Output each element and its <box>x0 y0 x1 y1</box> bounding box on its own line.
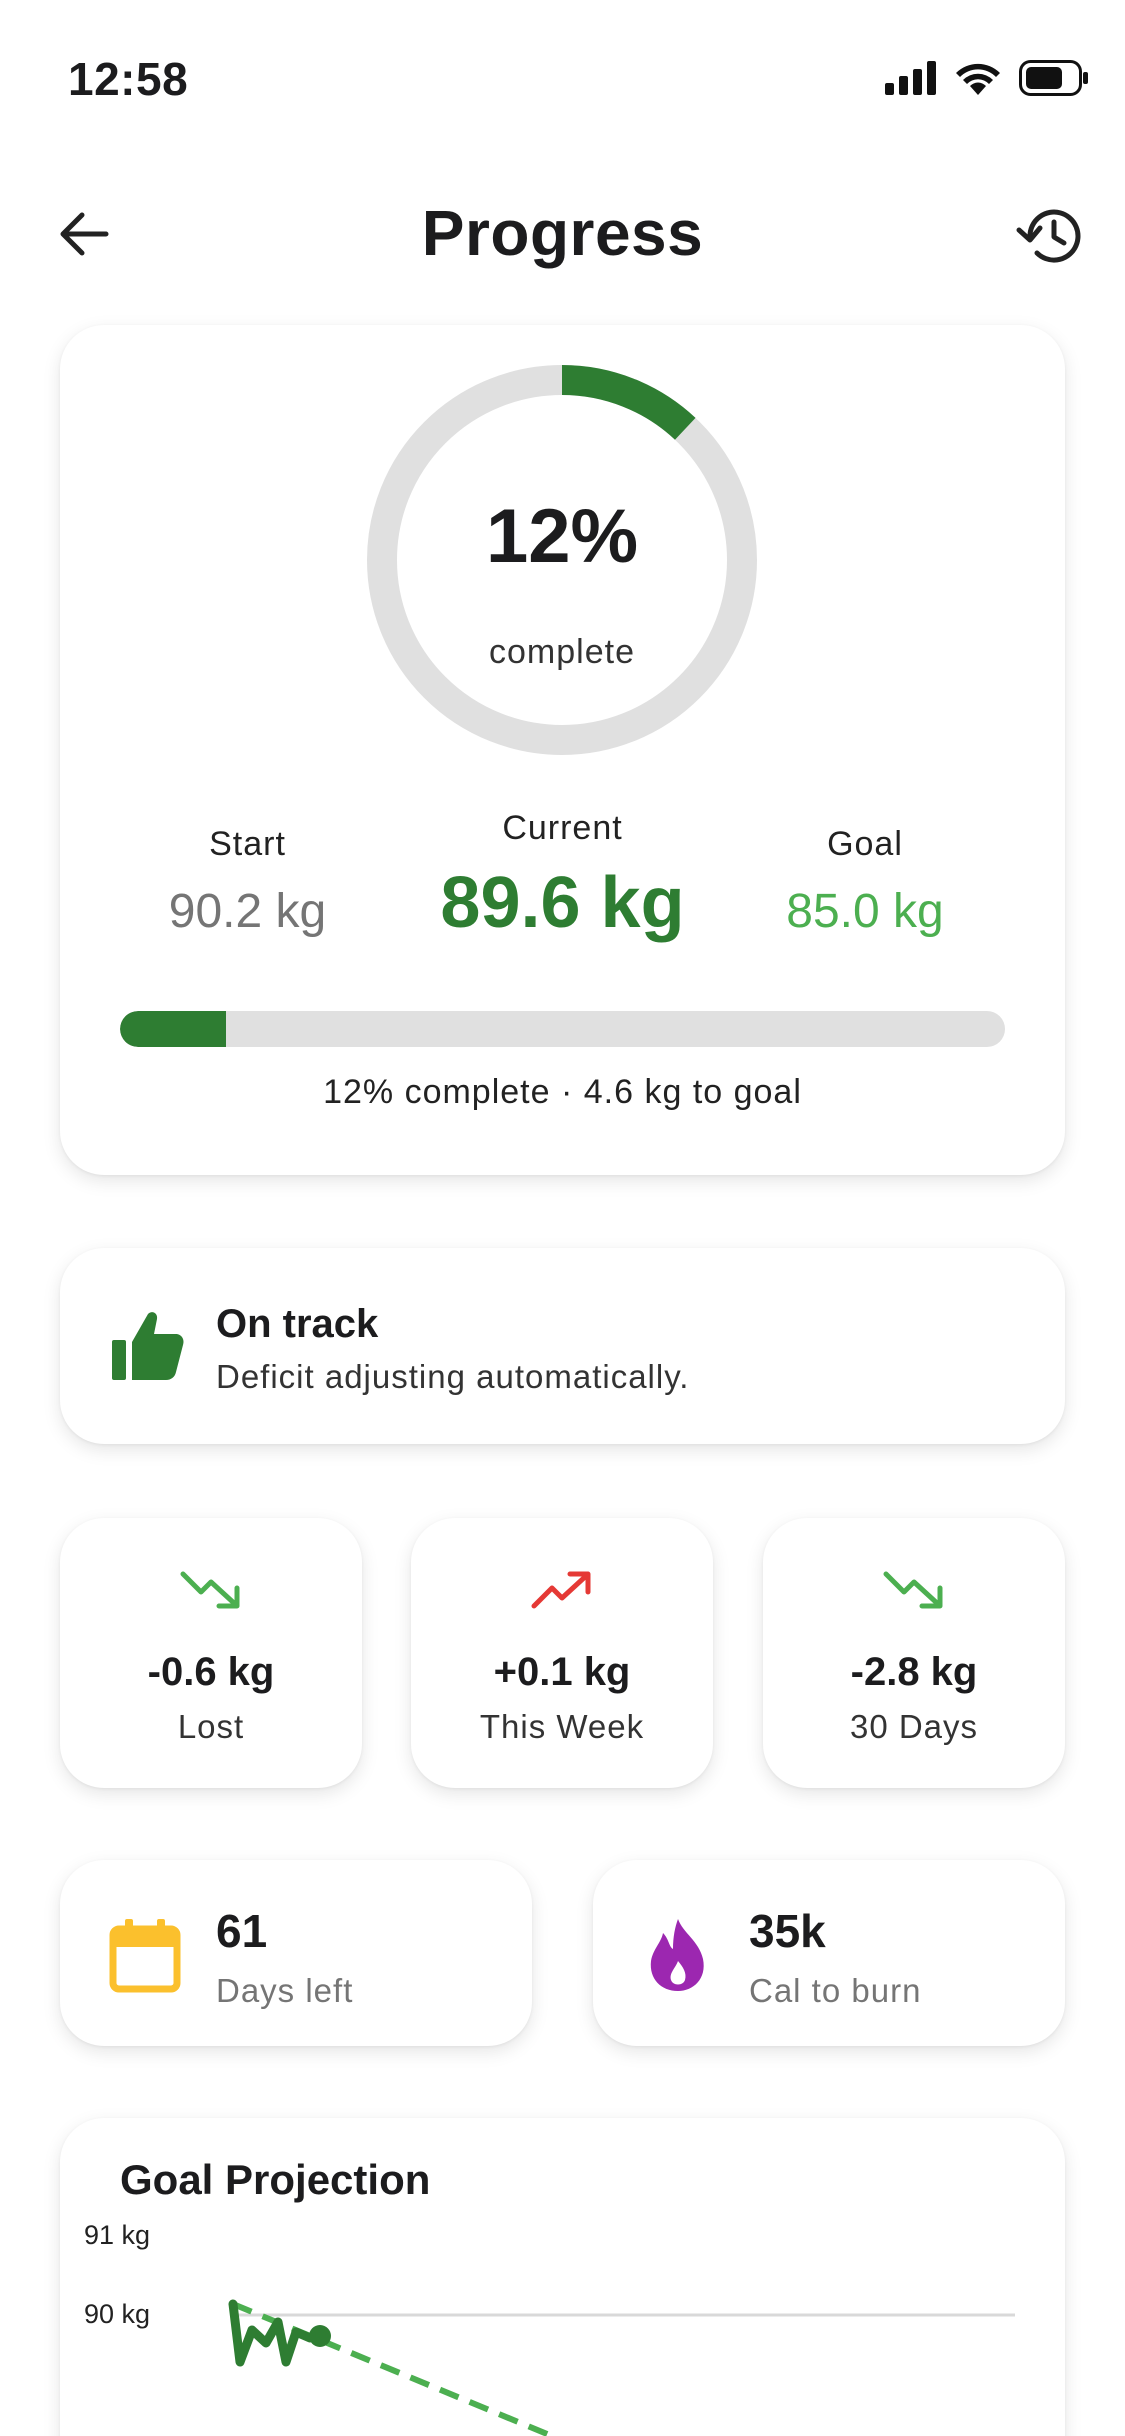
days-left-card: 61 Days left <box>60 1860 532 2046</box>
flame-icon <box>633 1910 723 2000</box>
days-left-label: Days left <box>216 1972 354 2009</box>
history-icon <box>1016 209 1081 263</box>
progress-bar <box>120 1011 1005 1047</box>
status-time: 12:58 <box>68 53 189 105</box>
current-weight-label: Current <box>502 809 623 847</box>
trend-value: -0.6 kg <box>147 1650 275 1694</box>
progress-bar-fill <box>120 1011 227 1047</box>
status-icons <box>885 60 1089 96</box>
goal-projection-card: Goal Projection 91 kg 90 kg <box>60 2118 1065 2436</box>
trend-value: -2.8 kg <box>850 1650 978 1694</box>
current-weight-point <box>309 2325 331 2347</box>
trending-up-icon <box>411 1568 713 1624</box>
thumbs-up-icon <box>112 1312 184 1380</box>
trend-card-week: +0.1 kg This Week <box>411 1518 713 1788</box>
goal-projection-chart: 91 kg 90 kg <box>84 2220 1015 2436</box>
status-subtitle: Deficit adjusting automatically. <box>216 1358 690 1395</box>
progress-card: 12% complete Start 90.2 kg Current 89.6 … <box>60 325 1065 1175</box>
start-weight: Start 90.2 kg <box>150 825 345 939</box>
y-axis-label: 90 kg <box>84 2299 150 2329</box>
signal-icon <box>885 61 936 95</box>
trend-card-30-days: -2.8 kg 30 Days <box>763 1518 1065 1788</box>
trending-down-icon <box>60 1568 362 1624</box>
trend-card-lost: -0.6 kg Lost <box>60 1518 362 1788</box>
trend-value: +0.1 kg <box>493 1650 631 1694</box>
trending-down-icon <box>763 1568 1065 1624</box>
y-axis-label: 91 kg <box>84 2220 150 2250</box>
current-weight-value: 89.6 kg <box>440 863 685 943</box>
wifi-icon <box>956 63 1000 95</box>
goal-weight-label: Goal <box>827 825 903 863</box>
progress-percent: 12% <box>485 494 639 579</box>
status-title: On track <box>216 1302 379 1346</box>
current-weight: Current 89.6 kg <box>410 809 715 944</box>
start-weight-value: 90.2 kg <box>168 885 327 938</box>
calories-label: Cal to burn <box>749 1972 922 2009</box>
page-title: Progress <box>421 197 704 269</box>
calories-value: 35k <box>749 1905 826 1957</box>
history-button[interactable] <box>1013 200 1085 272</box>
progress-ring: 12% complete <box>365 363 759 757</box>
trend-label: This Week <box>479 1708 645 1745</box>
progress-caption: 12% complete · 4.6 kg to goal <box>323 1073 802 1111</box>
status-card: On track Deficit adjusting automatically… <box>60 1248 1065 1444</box>
battery-icon <box>1019 60 1088 96</box>
days-left-value: 61 <box>216 1905 268 1957</box>
progress-percent-label: complete <box>489 633 635 671</box>
trend-label: Lost <box>177 1708 245 1745</box>
weight-history-line <box>228 2299 315 2367</box>
goal-weight: Goal 85.0 kg <box>750 825 980 939</box>
status-bar: 12:58 <box>0 0 1125 150</box>
start-weight-label: Start <box>209 825 286 863</box>
calories-card: 35k Cal to burn <box>593 1860 1065 2046</box>
nav-bar: Progress <box>0 180 1125 290</box>
goal-weight-value: 85.0 kg <box>786 885 944 938</box>
calendar-icon <box>100 1910 190 2000</box>
trend-label: 30 Days <box>849 1708 979 1745</box>
